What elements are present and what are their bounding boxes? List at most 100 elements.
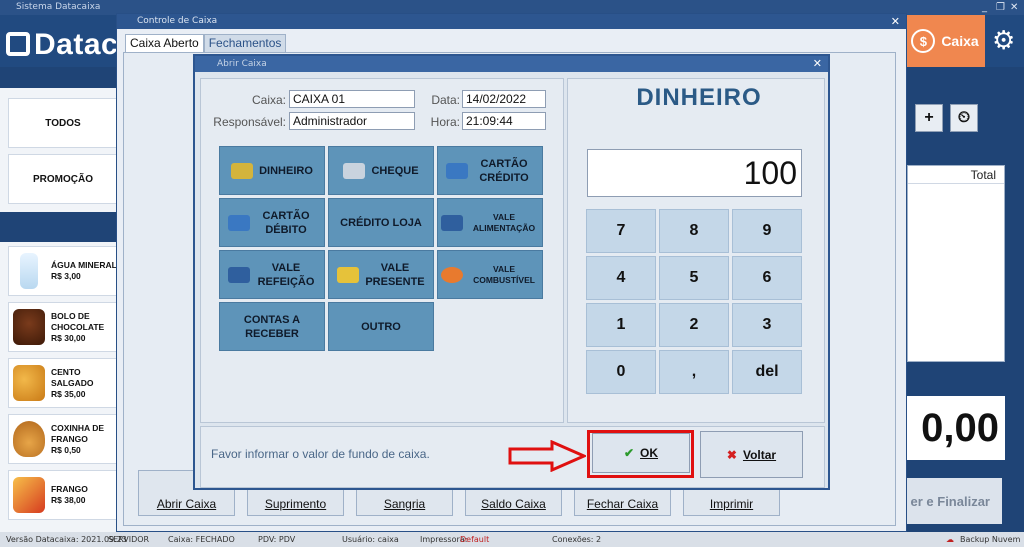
product-name: CENTO SALGADO [51, 366, 94, 388]
hora-label: Hora: [430, 115, 460, 129]
keypad-comma[interactable]: , [659, 350, 729, 394]
voltar-label: Voltar [742, 447, 777, 462]
caixa-field[interactable]: CAIXA 01 [289, 90, 415, 108]
debit-card-icon [228, 214, 250, 231]
status-server: SERVIDOR [108, 535, 150, 544]
close-icon[interactable]: ✕ [891, 14, 900, 29]
payment-credito-loja-button[interactable]: CRÉDITO LOJA [328, 198, 434, 247]
keypad-8[interactable]: 8 [659, 209, 729, 253]
abrir-title: Abrir Caixa [217, 59, 267, 69]
product-item[interactable]: COXINHA DE FRANGO R$ 0,50 [8, 414, 118, 464]
payment-vale-alimentacao-button[interactable]: VALE ALIMENTAÇÃO [437, 198, 543, 247]
app-logo: Datac [6, 28, 118, 62]
product-item[interactable]: FRANGO R$ 38,00 [8, 470, 118, 520]
minimize-icon[interactable]: _ [982, 0, 987, 15]
product-price: R$ 30,00 [51, 332, 86, 343]
close-icon[interactable]: ✕ [813, 56, 822, 72]
selected-payment-title: DINHEIRO [636, 84, 762, 111]
status-backup[interactable]: Backup Nuvem [960, 532, 1020, 547]
pizza-icon [13, 477, 45, 513]
total-value: 0,00 [907, 396, 1005, 460]
caixa-label: Caixa: [251, 93, 286, 107]
tab-fechamentos[interactable]: Fechamentos [203, 34, 287, 52]
amount-input[interactable]: 100 [587, 149, 802, 197]
keypad-3[interactable]: 3 [732, 303, 802, 347]
payment-cartao-credito-button[interactable]: CARTÃO CRÉDITO [437, 146, 543, 195]
keypad-1[interactable]: 1 [586, 303, 656, 347]
close-icon[interactable]: ✕ [1010, 0, 1018, 15]
abrir-titlebar: Abrir Caixa ✕ [195, 56, 828, 72]
cheque-icon [343, 162, 366, 179]
caixa-button[interactable]: $ Caixa [905, 15, 985, 67]
keypad-5[interactable]: 5 [659, 256, 729, 300]
keypad-4[interactable]: 4 [586, 256, 656, 300]
restore-icon[interactable]: ❐ [996, 0, 1005, 15]
product-item[interactable]: ÁGUA MINERAL R$ 3,00 [8, 246, 118, 296]
status-caixa: Caixa: FECHADO [168, 535, 235, 544]
fuel-icon [441, 266, 463, 283]
sidebar-divider [0, 212, 124, 242]
product-price: R$ 0,50 [51, 444, 81, 455]
data-label: Data: [431, 93, 460, 107]
cloud-icon: ☁ [946, 535, 954, 544]
product-name: BOLO DE CHOCOLATE [51, 310, 105, 332]
hora-field[interactable]: 21:09:44 [462, 112, 546, 130]
status-conexoes: Conexões: 2 [552, 535, 602, 544]
add-button[interactable]: + [915, 104, 943, 132]
responsavel-label: Responsável: [213, 115, 286, 129]
arrow-right-icon [508, 440, 586, 472]
dollar-coin-icon: $ [911, 29, 936, 53]
payment-vale-combustivel-button[interactable]: VALE COMBUSTÍVEL [437, 250, 543, 299]
gift-icon [337, 266, 359, 283]
status-usuario: Usuário: caixa [342, 535, 399, 544]
bottle-icon [20, 253, 38, 289]
keypad-6[interactable]: 6 [732, 256, 802, 300]
controle-title: Controle de Caixa [137, 16, 218, 26]
coxinha-icon [13, 421, 45, 457]
voltar-button[interactable]: ✖ Voltar [700, 431, 803, 478]
keypad-7[interactable]: 7 [586, 209, 656, 253]
scale-icon[interactable]: ⏲ [950, 104, 978, 132]
category-todos[interactable]: TODOS [8, 98, 118, 148]
caixa-button-label: Caixa [941, 33, 979, 49]
payment-vale-refeicao-button[interactable]: VALE REFEIÇÃO [219, 250, 325, 299]
controle-tabs: Caixa Aberto Fechamentos [125, 34, 287, 52]
meal-voucher-icon [228, 266, 250, 283]
window-title: Sistema Datacaixa [16, 2, 101, 12]
finalize-button[interactable]: er e Finalizar [907, 478, 1002, 524]
product-name: FRANGO [51, 484, 88, 494]
payment-contas-receber-button[interactable]: CONTAS A RECEBER [219, 302, 325, 351]
status-pdv: PDV: PDV [258, 535, 296, 544]
payment-outro-button[interactable]: OUTRO [328, 302, 434, 351]
x-icon: ✖ [726, 447, 737, 462]
payment-vale-presente-button[interactable]: VALE PRESENTE [328, 250, 434, 299]
payment-cartao-debito-button[interactable]: CARTÃO DÉBITO [219, 198, 325, 247]
product-item[interactable]: BOLO DE CHOCOLATE R$ 30,00 [8, 302, 118, 352]
responsavel-field[interactable]: Administrador [289, 112, 415, 130]
product-price: R$ 3,00 [51, 271, 81, 281]
keypad-2[interactable]: 2 [659, 303, 729, 347]
total-column-header: Total [908, 166, 1004, 184]
app-root: Sistema Datacaixa _ ❐ ✕ Datac $ Caixa ⚙ … [0, 0, 1024, 547]
ok-highlight-box [587, 430, 694, 478]
product-name: COXINHA DE FRANGO [51, 422, 105, 444]
money-icon [231, 162, 254, 179]
gear-icon[interactable]: ⚙ [992, 28, 1015, 54]
payment-dinheiro-button[interactable]: DINHEIRO [219, 146, 325, 195]
cake-icon [13, 309, 45, 345]
payment-cheque-button[interactable]: CHEQUE [328, 146, 434, 195]
product-item[interactable]: CENTO SALGADO R$ 35,00 [8, 358, 118, 408]
product-price: R$ 38,00 [51, 495, 86, 505]
tab-caixa-aberto[interactable]: Caixa Aberto [125, 34, 204, 52]
product-name: ÁGUA MINERAL [51, 260, 117, 270]
keypad-0[interactable]: 0 [586, 350, 656, 394]
category-promocao[interactable]: PROMOÇÃO [8, 154, 118, 204]
controle-titlebar: Controle de Caixa ✕ [117, 14, 906, 29]
info-note: Favor informar o valor de fundo de caixa… [211, 447, 430, 461]
data-field[interactable]: 14/02/2022 [462, 90, 546, 108]
credit-card-icon [446, 162, 468, 179]
snack-icon [13, 365, 45, 401]
items-table: Total [907, 165, 1005, 362]
keypad-del[interactable]: del [732, 350, 802, 394]
keypad-9[interactable]: 9 [732, 209, 802, 253]
